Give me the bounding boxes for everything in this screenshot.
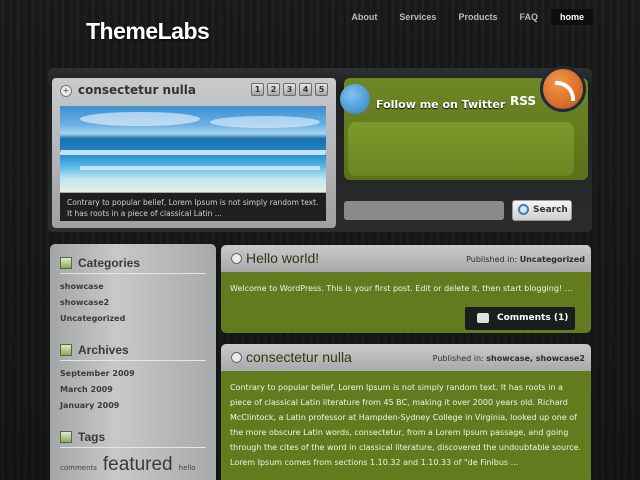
sidebar: Categories showcase showcase2 Uncategori… [50,244,216,480]
nav-about[interactable]: About [342,9,386,25]
tag-link[interactable]: featured [103,454,173,476]
post-bullet-icon [231,253,242,264]
category-link[interactable]: showcase2 [60,295,206,311]
document-icon [60,431,72,443]
plus-icon: + [60,85,72,97]
tag-cloud: comments featured hello [60,454,206,476]
search-button-label: Search [533,205,568,215]
divider [60,447,206,448]
tags-widget: Tags comments featured hello [60,430,206,476]
post-excerpt: Welcome to WordPress. This is your first… [230,284,573,293]
meta-prefix: Published in: [432,354,484,363]
category-link[interactable]: Uncategorized [60,311,206,327]
post-meta: Published in: showcase, showcase2 [433,354,585,363]
rss-label[interactable]: RSS [510,94,536,108]
pager-button-4[interactable]: 4 [299,83,312,96]
site-logo[interactable]: ThemeLabs [86,18,210,45]
archives-widget: Archives September 2009 March 2009 Janua… [60,343,206,414]
twitter-feed-panel [348,122,574,176]
archive-link[interactable]: January 2009 [60,398,206,414]
post-card: consectetur nulla Published in: showcase… [221,344,591,480]
comments-button[interactable]: Comments (1) [465,307,575,330]
cloud-shape [210,116,320,128]
rss-icon[interactable] [540,66,586,112]
search-input[interactable] [344,201,504,220]
archive-link[interactable]: March 2009 [60,382,206,398]
post-category-link[interactable]: showcase, showcase2 [486,354,585,363]
search-button[interactable]: Search [512,200,572,221]
post-excerpt: Contrary to popular belief, Lorem Ipsum … [230,383,582,467]
tag-link[interactable]: comments [60,464,97,472]
featured-title[interactable]: consectetur nulla [78,83,196,97]
twitter-bird-icon[interactable] [340,84,370,114]
archive-link[interactable]: September 2009 [60,366,206,382]
category-link[interactable]: showcase [60,279,206,295]
comments-label: Comments (1) [497,313,569,323]
featured-caption: Contrary to popular belief, Lorem Ipsum … [60,193,326,221]
main-nav: About Services Products FAQ home [342,9,593,25]
wave-shape [60,150,326,155]
meta-prefix: Published in: [466,255,518,264]
wave-shape [80,166,320,170]
post-title[interactable]: consectetur nulla [246,349,352,365]
post-bullet-icon [231,352,242,363]
slider-pager: 1 2 3 4 5 [251,83,328,96]
social-box: Follow me on Twitter RSS [340,66,588,180]
comment-icon [477,313,489,323]
divider [60,273,206,274]
nav-products[interactable]: Products [449,9,506,25]
cloud-shape [80,112,200,126]
pager-button-5[interactable]: 5 [315,83,328,96]
categories-widget: Categories showcase showcase2 Uncategori… [60,256,206,327]
pager-button-3[interactable]: 3 [283,83,296,96]
twitter-follow-link[interactable]: Follow me on Twitter [376,98,505,111]
post-category-link[interactable]: Uncategorized [520,255,585,264]
featured-image[interactable] [60,106,326,192]
nav-faq[interactable]: FAQ [510,9,547,25]
post-header: Hello world! Published in: Uncategorized [221,245,591,272]
nav-home[interactable]: home [550,9,593,25]
tag-link[interactable]: hello [179,464,196,472]
post-header: consectetur nulla Published in: showcase… [221,344,591,371]
post-title[interactable]: Hello world! [246,250,319,266]
document-icon [60,257,72,269]
widget-title: Archives [78,343,129,357]
widget-title: Categories [78,256,141,270]
featured-slider: + consectetur nulla 1 2 3 4 5 Contrary t… [52,78,336,228]
post-meta: Published in: Uncategorized [466,255,585,264]
document-icon [60,344,72,356]
post-card: Hello world! Published in: Uncategorized… [221,245,591,333]
pager-button-1[interactable]: 1 [251,83,264,96]
search-icon [518,204,529,215]
widget-title: Tags [78,430,106,444]
pager-button-2[interactable]: 2 [267,83,280,96]
divider [60,360,206,361]
nav-services[interactable]: Services [390,9,445,25]
